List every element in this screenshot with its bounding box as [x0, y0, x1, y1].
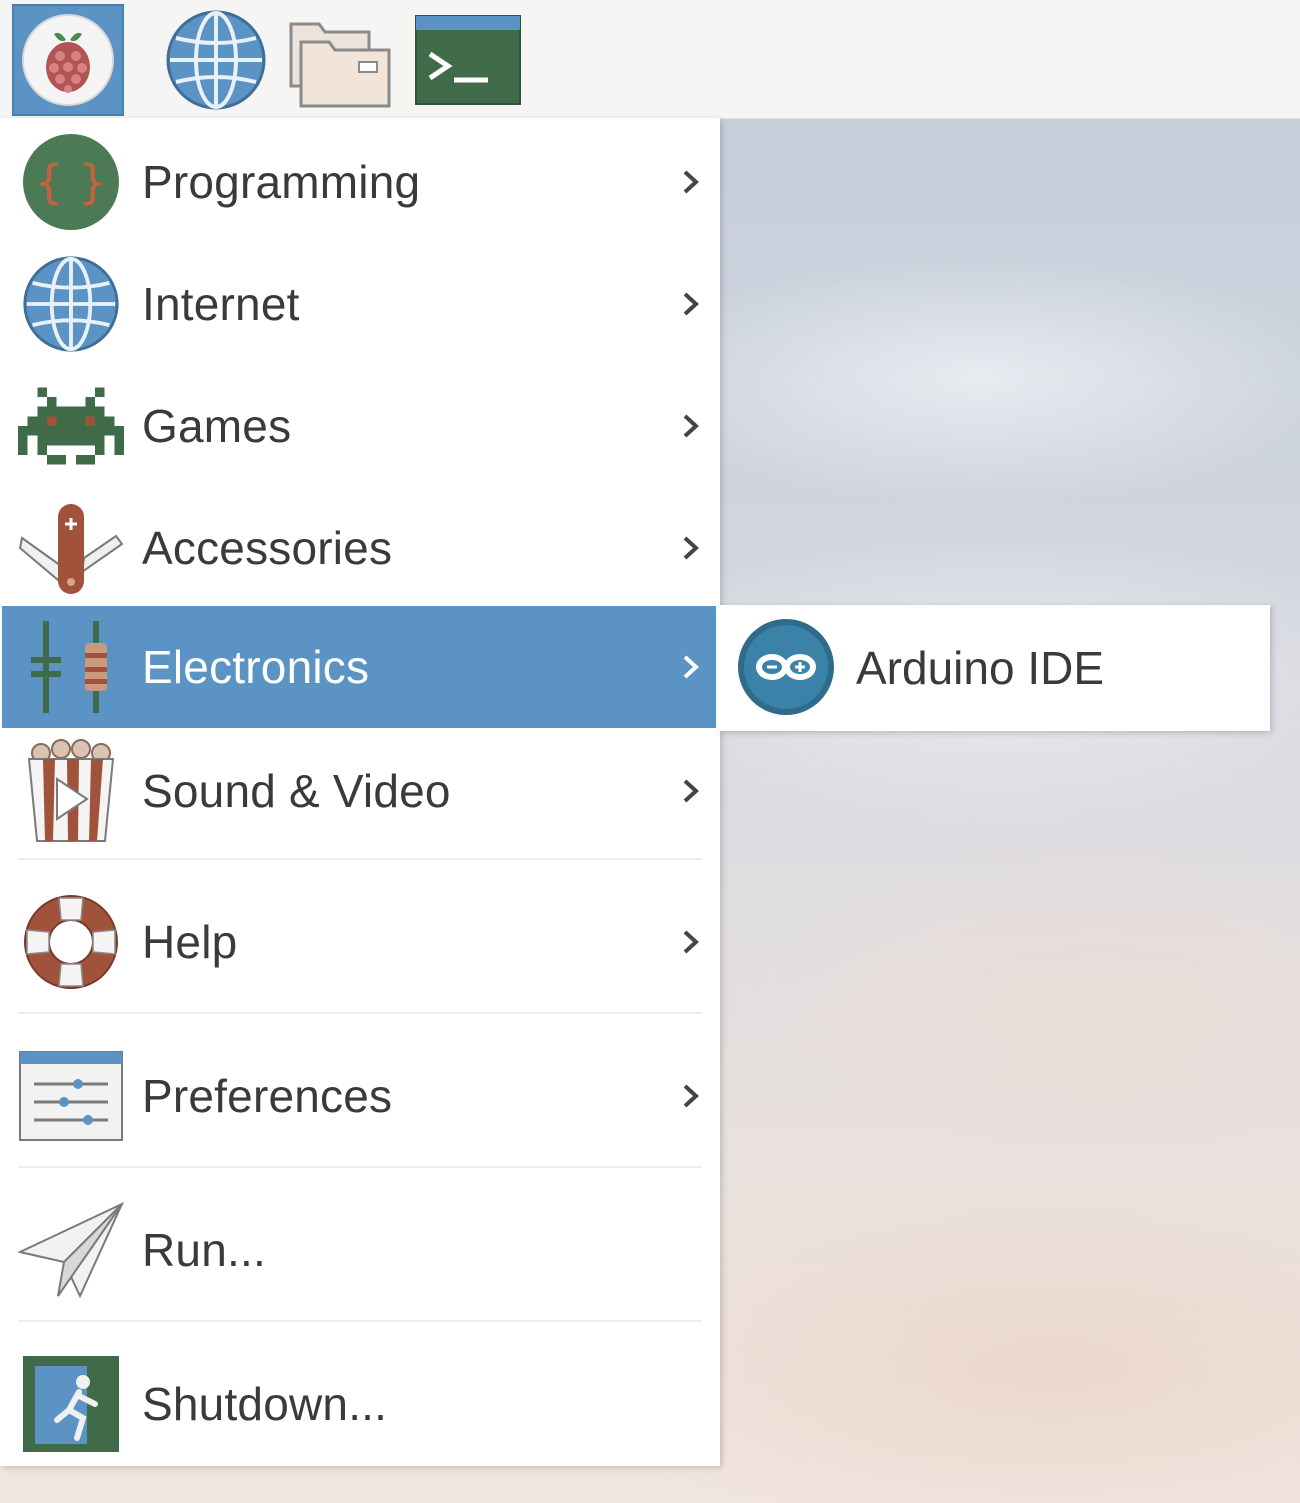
menu-item-accessories[interactable]: Accessories — [2, 488, 716, 608]
menu-separator — [18, 1166, 702, 1168]
menu-item-shutdown[interactable]: Shutdown... — [2, 1342, 716, 1466]
applications-menu: { } Programming Internet Games Accessori… — [0, 118, 720, 1466]
chevron-right-icon — [683, 779, 699, 803]
menu-item-help[interactable]: Help — [2, 880, 716, 1004]
folders-icon — [289, 22, 391, 108]
svg-text:{ }: { } — [34, 155, 107, 209]
menu-item-electronics[interactable]: Electronics — [2, 606, 716, 728]
web-browser-button[interactable] — [160, 4, 272, 116]
chevron-right-icon — [683, 930, 699, 954]
submenu-item-arduino-ide[interactable]: Arduino IDE — [718, 605, 1270, 731]
menu-item-label: Shutdown... — [142, 1378, 388, 1430]
chevron-right-icon — [683, 170, 699, 194]
menu-item-label: Programming — [142, 156, 421, 208]
lifebuoy-icon — [18, 889, 124, 995]
menu-separator — [18, 1320, 702, 1322]
menu-item-games[interactable]: Games — [2, 366, 716, 486]
chevron-right-icon — [683, 655, 699, 679]
braces-icon: { } — [18, 129, 124, 235]
chevron-right-icon — [683, 1084, 699, 1108]
chevron-right-icon — [683, 414, 699, 438]
menu-item-label: Sound & Video — [142, 765, 451, 817]
raspberry-menu-button[interactable] — [12, 4, 124, 116]
globe-icon — [166, 10, 266, 110]
electronics-submenu: Arduino IDE — [718, 605, 1270, 731]
terminal-button[interactable] — [412, 4, 524, 116]
menu-item-label: Internet — [142, 278, 300, 330]
exit-icon — [18, 1351, 124, 1457]
menu-item-preferences[interactable]: Preferences — [2, 1034, 716, 1158]
submenu-item-label: Arduino IDE — [856, 642, 1105, 694]
chevron-right-icon — [683, 536, 699, 560]
globe-icon — [18, 251, 124, 357]
menu-item-label: Electronics — [142, 641, 370, 693]
taskbar — [0, 0, 1300, 119]
menu-item-label: Help — [142, 916, 238, 968]
pocket-knife-icon — [18, 495, 124, 601]
menu-item-label: Games — [142, 400, 292, 452]
menu-item-internet[interactable]: Internet — [2, 244, 716, 364]
menu-separator — [18, 1012, 702, 1014]
raspberry-icon — [22, 14, 114, 106]
chevron-right-icon — [683, 292, 699, 316]
menu-item-label: Run... — [142, 1224, 266, 1276]
menu-item-label: Preferences — [142, 1070, 393, 1122]
arduino-icon — [738, 619, 834, 715]
menu-item-sound-video[interactable]: Sound & Video — [2, 730, 716, 852]
terminal-icon — [415, 15, 521, 105]
popcorn-play-icon — [18, 738, 124, 844]
settings-sliders-icon — [18, 1043, 124, 1149]
paper-plane-icon — [18, 1197, 124, 1303]
menu-item-programming[interactable]: { } Programming — [2, 122, 716, 242]
menu-item-label: Accessories — [142, 522, 393, 574]
menu-item-run[interactable]: Run... — [2, 1188, 716, 1312]
space-invader-icon — [18, 373, 124, 479]
electronics-components-icon — [18, 614, 124, 720]
file-manager-button[interactable] — [284, 4, 396, 116]
menu-separator — [18, 858, 702, 860]
